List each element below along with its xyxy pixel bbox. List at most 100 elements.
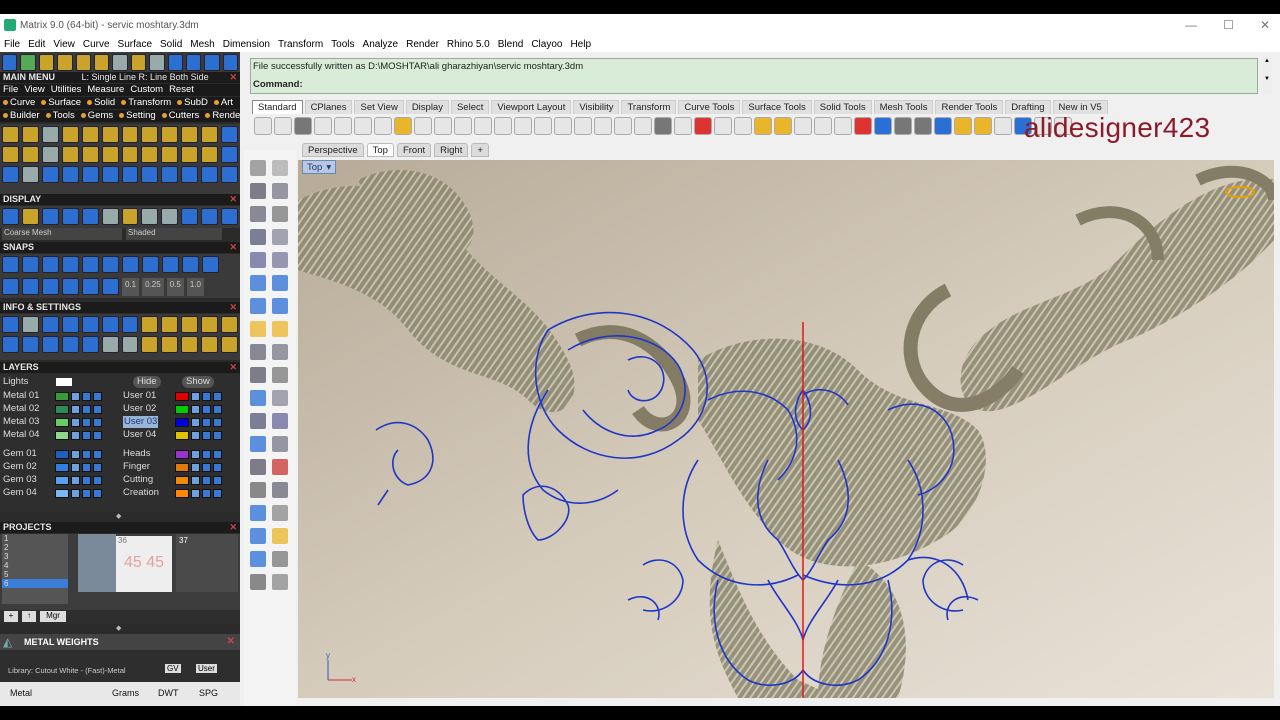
- vertical-tool-icon-12[interactable]: [250, 298, 266, 314]
- crow2-tool-icon-9[interactable]: [181, 146, 199, 163]
- vertical-tool-icon-15[interactable]: [272, 321, 288, 337]
- layer-toggle-icon[interactable]: [93, 418, 102, 427]
- crow1-tool-icon-6[interactable]: [121, 126, 139, 143]
- drow-tool-icon-6[interactable]: [121, 208, 139, 225]
- crow1-tool-icon-7[interactable]: [141, 126, 159, 143]
- main-menu-measure[interactable]: Measure: [87, 84, 124, 95]
- layer-toggle-icon[interactable]: [191, 431, 200, 440]
- layer-toggle-icon[interactable]: [71, 489, 80, 498]
- standard-tool-icon-25[interactable]: [754, 117, 772, 135]
- main-menu-art[interactable]: Art: [213, 97, 233, 108]
- vertical-tool-icon-34[interactable]: [250, 551, 266, 567]
- menu-rhino-5-0[interactable]: Rhino 5.0: [447, 39, 490, 50]
- menu-analyze[interactable]: Analyze: [363, 39, 399, 50]
- tab-transform[interactable]: Transform: [621, 100, 677, 114]
- project-row[interactable]: 6: [2, 579, 68, 588]
- snap-tool-icon-1[interactable]: [22, 278, 39, 295]
- standard-tool-icon-22[interactable]: [694, 117, 712, 135]
- vertical-tool-icon-2[interactable]: [250, 183, 266, 199]
- layer-toggle-icon[interactable]: [71, 418, 80, 427]
- layer-color-swatch[interactable]: [55, 450, 69, 459]
- vertical-tool-icon-14[interactable]: [250, 321, 266, 337]
- vertical-tool-icon-37[interactable]: [272, 574, 288, 590]
- srow1-tool-icon-3[interactable]: [62, 256, 79, 273]
- snap-tool-icon-3[interactable]: [62, 278, 79, 295]
- layer-color-swatch[interactable]: [55, 463, 69, 472]
- layer-color-swatch[interactable]: [175, 405, 189, 414]
- standard-tool-icon-28[interactable]: [814, 117, 832, 135]
- menu-view[interactable]: View: [53, 39, 75, 50]
- irow1-tool-icon-11[interactable]: [221, 316, 239, 333]
- layer-toggle-icon[interactable]: [202, 489, 211, 498]
- irow2-tool-icon-2[interactable]: [41, 336, 59, 353]
- irow2-tool-icon-7[interactable]: [141, 336, 159, 353]
- vertical-tool-icon-23[interactable]: [272, 413, 288, 429]
- lights-swatch[interactable]: [56, 378, 72, 386]
- srow1-tool-icon-10[interactable]: [202, 256, 219, 273]
- crow3-tool-icon-8[interactable]: [161, 166, 179, 183]
- layer-color-swatch[interactable]: [175, 463, 189, 472]
- crow3-tool-icon-0[interactable]: [2, 166, 19, 183]
- tab-surface-tools[interactable]: Surface Tools: [742, 100, 812, 114]
- top-viewport[interactable]: x y: [298, 160, 1274, 698]
- project-row[interactable]: 1: [2, 534, 68, 543]
- layers-close-icon[interactable]: ✕: [229, 362, 237, 373]
- standard-tool-icon-15[interactable]: [554, 117, 572, 135]
- layer-toggle-icon[interactable]: [71, 431, 80, 440]
- crow1-tool-icon-0[interactable]: [2, 126, 19, 143]
- vertical-tool-icon-32[interactable]: [250, 528, 266, 544]
- project-row[interactable]: 3: [2, 552, 68, 561]
- layer-toggle-icon[interactable]: [191, 392, 200, 401]
- vertical-tool-icon-18[interactable]: [250, 367, 266, 383]
- vertical-tool-icon-24[interactable]: [250, 436, 266, 452]
- layer-toggle-icon[interactable]: [93, 405, 102, 414]
- crow2-tool-icon-0[interactable]: [2, 146, 19, 163]
- layer-toggle-icon[interactable]: [93, 489, 102, 498]
- irow2-tool-icon-11[interactable]: [221, 336, 239, 353]
- viewport-tab-front[interactable]: Front: [396, 143, 432, 157]
- standard-tool-icon-7[interactable]: [394, 117, 412, 135]
- qrow-tool-icon-10[interactable]: [185, 54, 202, 71]
- crow1-tool-icon-10[interactable]: [201, 126, 219, 143]
- vertical-tool-icon-30[interactable]: [250, 505, 266, 521]
- layer-toggle-icon[interactable]: [71, 476, 80, 485]
- project-row[interactable]: 2: [2, 543, 68, 552]
- tab-mesh-tools[interactable]: Mesh Tools: [873, 100, 934, 114]
- main-menu-custom[interactable]: Custom: [130, 84, 163, 95]
- srow1-tool-icon-4[interactable]: [82, 256, 99, 273]
- srow1-tool-icon-2[interactable]: [42, 256, 59, 273]
- layer-color-swatch[interactable]: [175, 418, 189, 427]
- viewport-tab-right[interactable]: Right: [434, 143, 469, 157]
- tab-set-view[interactable]: Set View: [354, 100, 404, 114]
- layer-toggle-icon[interactable]: [213, 405, 222, 414]
- snap-tool-icon-2[interactable]: [42, 278, 59, 295]
- standard-tool-icon-8[interactable]: [414, 117, 432, 135]
- mesh-select[interactable]: Coarse Mesh: [2, 228, 122, 240]
- drow-tool-icon-2[interactable]: [41, 208, 59, 225]
- crow1-tool-icon-1[interactable]: [21, 126, 39, 143]
- menu-solid[interactable]: Solid: [160, 39, 182, 50]
- layer-gem-02[interactable]: Gem 02: [3, 461, 37, 473]
- crow3-tool-icon-1[interactable]: [21, 166, 39, 183]
- layer-toggle-icon[interactable]: [213, 489, 222, 498]
- tab-display[interactable]: Display: [405, 100, 449, 114]
- project-row[interactable]: 4: [2, 561, 68, 570]
- standard-tool-icon-21[interactable]: [674, 117, 692, 135]
- menu-mesh[interactable]: Mesh: [190, 39, 214, 50]
- irow1-tool-icon-7[interactable]: [141, 316, 159, 333]
- srow1-tool-icon-6[interactable]: [122, 256, 139, 273]
- layer-toggle-icon[interactable]: [71, 450, 80, 459]
- vertical-tool-icon-26[interactable]: [250, 459, 266, 475]
- menu-help[interactable]: Help: [570, 39, 591, 50]
- layer-metal-04[interactable]: Metal 04: [3, 429, 39, 441]
- drow-tool-icon-1[interactable]: [21, 208, 39, 225]
- vertical-tool-icon-6[interactable]: [250, 229, 266, 245]
- vertical-tool-icon-16[interactable]: [250, 344, 266, 360]
- menu-render[interactable]: Render: [406, 39, 439, 50]
- vertical-tool-icon-29[interactable]: [272, 482, 288, 498]
- qrow-tool-icon-3[interactable]: [57, 54, 73, 71]
- layer-toggle-icon[interactable]: [82, 476, 91, 485]
- main-menu-tools[interactable]: Tools: [45, 110, 75, 121]
- snap-tool-icon-5[interactable]: [102, 278, 119, 295]
- vertical-tool-icon-7[interactable]: [272, 229, 288, 245]
